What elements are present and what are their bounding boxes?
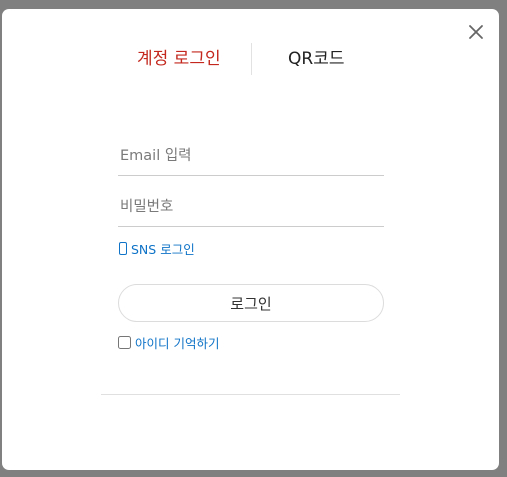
- remember-id-option[interactable]: 아이디 기억하기: [118, 333, 219, 352]
- password-field[interactable]: [118, 187, 384, 227]
- sns-login-link[interactable]: SNS 로그인: [119, 239, 195, 258]
- tab-divider: [251, 43, 252, 75]
- login-tabs: 계정 로그인 QR코드: [2, 43, 499, 75]
- close-button[interactable]: [467, 23, 485, 41]
- bottom-divider: [101, 394, 400, 395]
- remember-id-label: 아이디 기억하기: [135, 336, 220, 351]
- login-button[interactable]: 로그인: [118, 284, 384, 322]
- sns-login-label: SNS 로그인: [131, 242, 195, 257]
- email-field[interactable]: [118, 136, 384, 176]
- tab-qr-code[interactable]: QR코드: [288, 48, 344, 70]
- phone-icon: [119, 242, 127, 255]
- login-dialog: 계정 로그인 QR코드 SNS 로그인 로그인 아이디 기억하기: [2, 9, 499, 470]
- remember-id-checkbox[interactable]: [118, 336, 131, 349]
- close-icon: [469, 25, 483, 39]
- tab-account-login[interactable]: 계정 로그인: [137, 48, 221, 70]
